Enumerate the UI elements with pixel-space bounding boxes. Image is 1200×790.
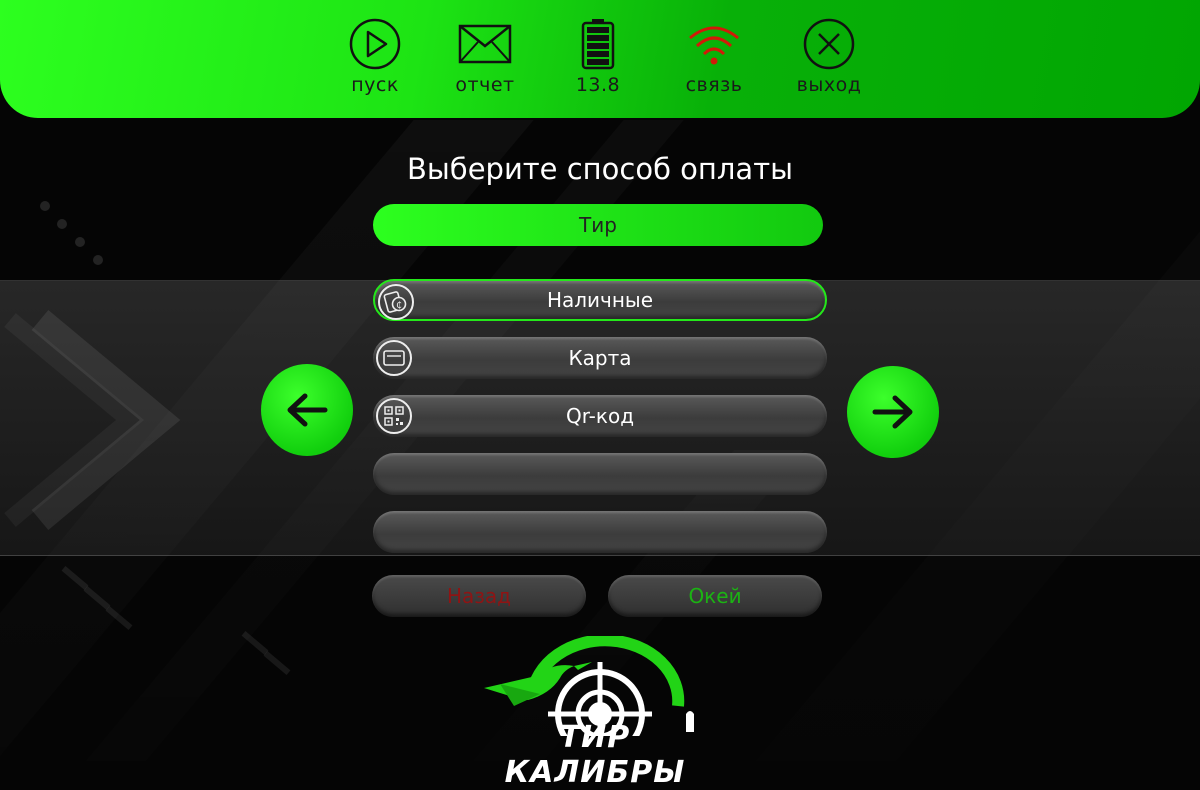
- brand-logo: ТИР КАЛИБРЫ: [480, 636, 710, 790]
- exit-label: выход: [796, 74, 862, 96]
- payment-option-label: Карта: [568, 346, 632, 370]
- battery-indicator: 13.8: [553, 18, 643, 96]
- prev-button[interactable]: [261, 364, 353, 456]
- connection-label: связь: [685, 74, 743, 96]
- exit-button[interactable]: выход: [784, 18, 874, 96]
- next-button[interactable]: [847, 366, 939, 458]
- battery-icon: [553, 18, 643, 70]
- report-label: отчет: [455, 74, 515, 96]
- payment-option-label: Qr-код: [565, 404, 635, 428]
- payment-option-empty-2[interactable]: [373, 511, 827, 553]
- payment-option-cash[interactable]: ₵ Наличные: [373, 279, 827, 321]
- start-button[interactable]: пуск: [330, 18, 420, 96]
- payment-option-label: [373, 453, 827, 495]
- close-icon: [784, 18, 874, 70]
- arrow-left-icon: [287, 393, 328, 427]
- mode-indicator: Тир: [373, 204, 823, 246]
- play-icon: [330, 18, 420, 70]
- back-button[interactable]: Назад: [372, 575, 586, 617]
- top-toolbar: пуск отчет 13.8 связь выход: [0, 0, 1200, 118]
- back-label: Назад: [446, 584, 511, 608]
- wifi-icon: [669, 18, 759, 70]
- ok-label: Окей: [688, 584, 742, 608]
- connection-indicator[interactable]: связь: [669, 18, 759, 96]
- payment-option-empty-1[interactable]: [373, 453, 827, 495]
- payment-option-label: Наличные: [546, 288, 654, 312]
- payment-option-card[interactable]: Карта: [373, 337, 827, 379]
- report-button[interactable]: отчет: [440, 18, 530, 96]
- mode-label: Тир: [579, 213, 617, 237]
- battery-value: 13.8: [575, 74, 621, 96]
- payment-option-label: [373, 511, 827, 553]
- ok-button[interactable]: Окей: [608, 575, 822, 617]
- arrow-right-icon: [872, 395, 913, 429]
- envelope-icon: [440, 18, 530, 70]
- payment-option-qr[interactable]: Qr-код: [373, 395, 827, 437]
- start-label: пуск: [351, 74, 399, 96]
- page-title: Выберите способ оплаты: [407, 152, 793, 186]
- logo-text: ТИР КАЛИБРЫ: [504, 720, 686, 790]
